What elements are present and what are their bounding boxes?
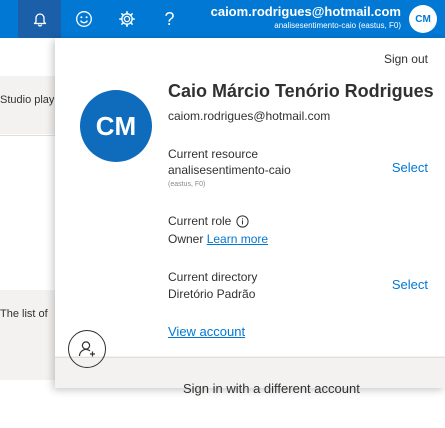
background-text: The list of xyxy=(0,308,48,320)
top-bar: ? caiom.rodrigues@hotmail.com analisesen… xyxy=(0,0,445,38)
select-directory-link[interactable]: Select xyxy=(392,277,428,292)
background-band xyxy=(0,290,56,380)
feedback-button[interactable] xyxy=(62,0,105,38)
divider xyxy=(55,357,445,358)
current-role-label: Current role xyxy=(168,214,232,228)
current-role-value-row: Owner Learn more xyxy=(168,232,268,246)
account-button[interactable]: caiom.rodrigues@hotmail.com analisesenti… xyxy=(211,4,401,32)
account-email: caiom.rodrigues@hotmail.com xyxy=(168,109,331,123)
gear-icon xyxy=(118,11,135,27)
topbar-avatar[interactable]: CM xyxy=(409,5,437,33)
account-name: Caio Márcio Tenório Rodrigues xyxy=(168,81,434,101)
notifications-button[interactable] xyxy=(18,0,61,38)
current-role-value: Owner xyxy=(168,232,204,246)
help-button[interactable]: ? xyxy=(148,0,191,38)
account-flyout: Sign out CM Caio Márcio Tenório Rodrigue… xyxy=(55,38,445,388)
current-role-row: Current role xyxy=(168,214,249,228)
smiley-icon xyxy=(75,11,92,27)
view-account-link[interactable]: View account xyxy=(168,324,245,339)
background-divider xyxy=(0,135,56,136)
background-text: Studio play xyxy=(0,94,54,106)
current-directory-value: Diretório Padrão xyxy=(168,287,256,301)
help-icon: ? xyxy=(164,8,175,29)
current-directory-label: Current directory xyxy=(168,270,258,284)
info-icon[interactable] xyxy=(236,215,249,228)
sign-out-link[interactable]: Sign out xyxy=(384,52,428,66)
add-user-button[interactable] xyxy=(68,330,106,368)
add-person-icon xyxy=(78,341,95,357)
learn-more-link[interactable]: Learn more xyxy=(207,232,268,246)
topbar-email: caiom.rodrigues@hotmail.com xyxy=(210,4,401,19)
topbar-resource: analisesentimento-caio (eastus, F0) xyxy=(274,21,401,30)
avatar: CM xyxy=(80,90,152,162)
current-resource-label: Current resource xyxy=(168,147,259,161)
current-resource-meta: (eastus, F0) xyxy=(168,181,206,188)
current-resource-value: analisesentimento-caio xyxy=(168,163,291,177)
select-resource-link[interactable]: Select xyxy=(392,160,428,175)
settings-button[interactable] xyxy=(105,0,148,38)
bell-icon xyxy=(33,13,46,27)
sign-in-different-account[interactable]: Sign in with a different account xyxy=(183,381,360,396)
